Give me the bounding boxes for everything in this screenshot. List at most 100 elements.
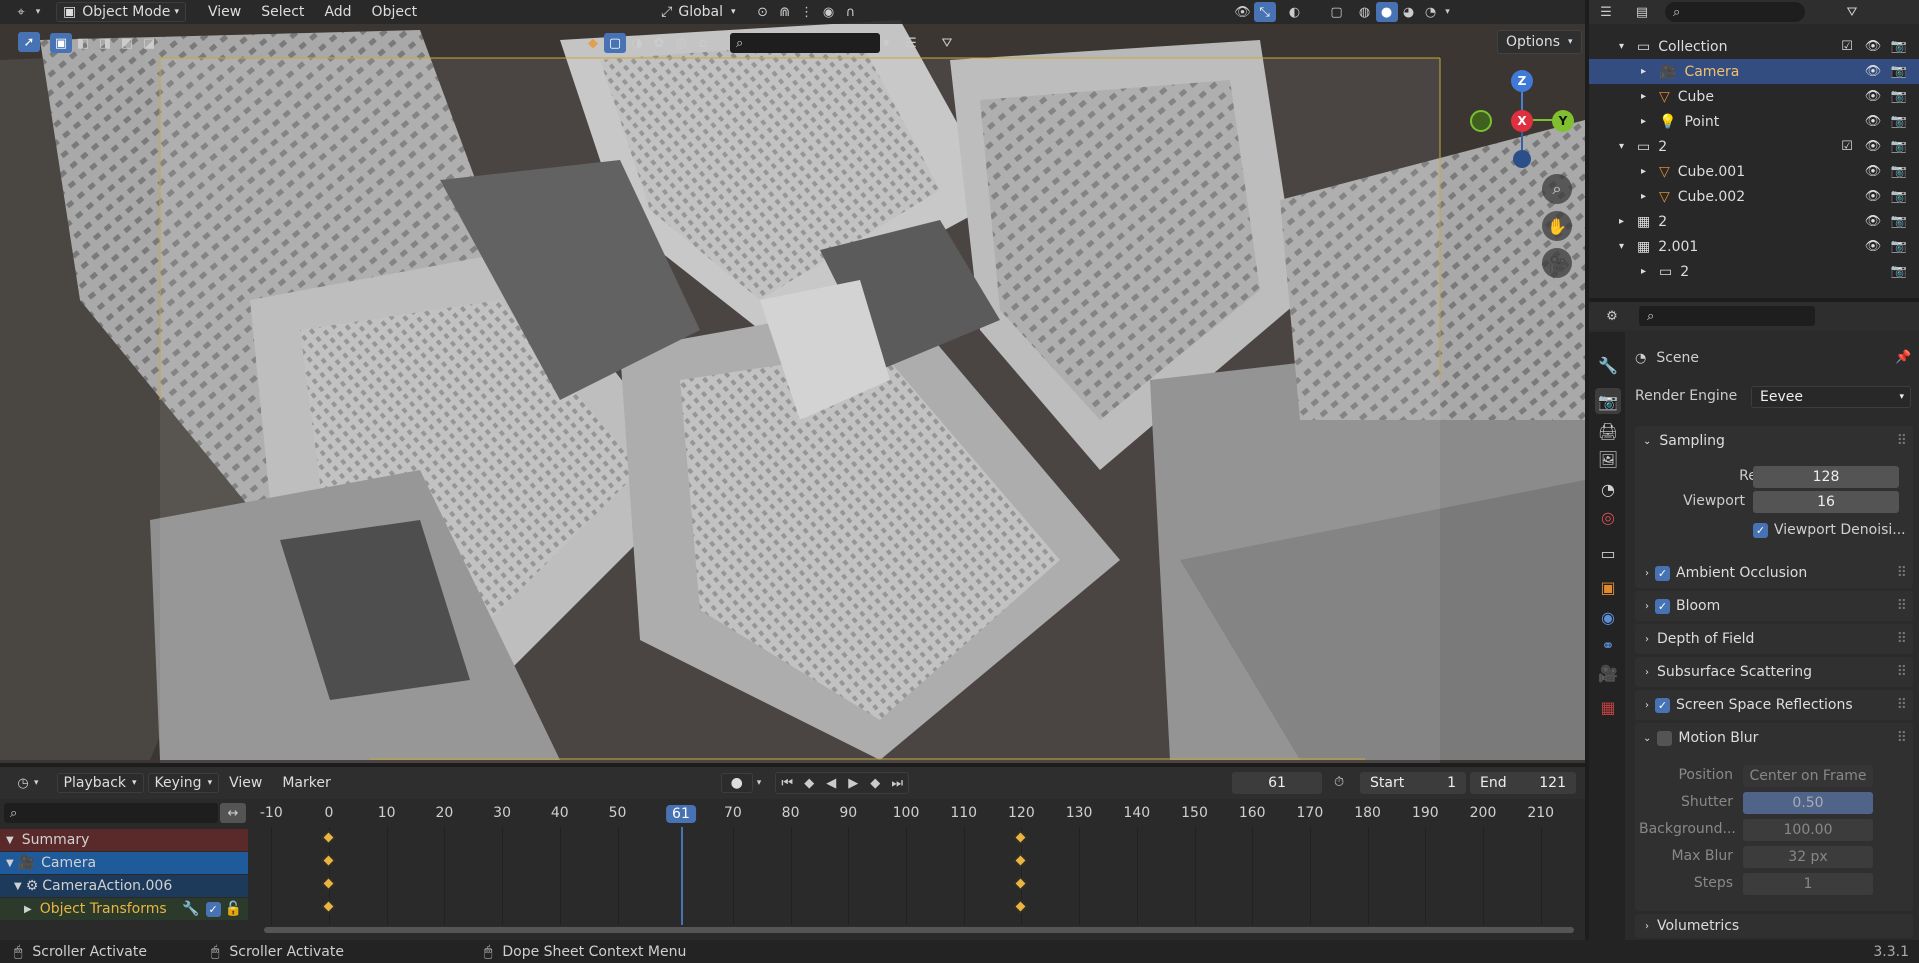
channel-summary[interactable]: ▼ Summary [0,829,248,851]
render-camera-icon[interactable]: 📷 [1889,62,1909,82]
select-subtract-icon[interactable]: ◨ [94,33,116,53]
gizmo-neg-z-axis[interactable] [1513,150,1531,168]
subsurface-scattering-panel[interactable]: › Subsurface Scattering ⠿ [1635,657,1913,687]
ambient-occlusion-checkbox[interactable]: ✓ [1655,565,1670,581]
select-intersect-icon[interactable]: ◪ [138,33,160,53]
outliner-search-input[interactable]: ⌕ [1665,2,1805,22]
render-camera-icon[interactable]: 📷 [1889,87,1909,107]
chevron-down-icon[interactable]: ▾ [875,33,897,53]
render-camera-icon[interactable]: 📷 [1889,137,1909,157]
shading-solid-icon[interactable]: ● [1375,2,1398,22]
channel-action[interactable]: ▼ ⚙ CameraAction.006 [0,875,248,897]
sort-icon[interactable]: ☰ [900,33,922,53]
render-camera-icon[interactable]: 📷 [1889,212,1909,232]
gizmo-neg-y-axis[interactable] [1470,110,1492,132]
collection-tab-icon[interactable]: ▭ [1595,540,1621,566]
outliner-row[interactable]: ▸ ▭ 2 📷 [1589,259,1919,284]
select-extend-icon[interactable]: ◧ [72,33,94,53]
chevron-down-icon[interactable]: ▾ [1442,2,1454,22]
visibility-eye-icon[interactable]: 👁 [1863,137,1883,157]
drag-handle-icon[interactable]: ⠿ [1897,697,1907,713]
collapse-arrow-icon[interactable]: ▸ [1641,191,1655,202]
keyframe[interactable] [1014,854,1028,867]
material-icon[interactable]: ◑ [626,33,648,53]
visibility-eye-icon[interactable]: 👁 [1863,62,1883,82]
drag-handle-icon[interactable]: ⠿ [1897,433,1907,449]
pin-icon[interactable]: 📌 [1895,350,1911,365]
outliner-row[interactable]: ▾ ▦ 2.001 👁 📷 [1589,234,1919,259]
display-mode-icon[interactable]: ▤ [1631,2,1653,22]
max-blur-field[interactable]: 32 px [1743,846,1873,868]
overlay-toggle-icon[interactable]: ◐ [1284,2,1306,22]
bloom-panel[interactable]: › ✓ Bloom ⠿ [1635,591,1913,621]
world-tab-icon[interactable]: ◎ [1595,504,1621,530]
properties-search-input[interactable]: ⌕ [1639,306,1815,326]
falloff-icon[interactable]: ∩ [840,2,862,22]
exclude-checkbox[interactable]: ☑ [1837,37,1857,57]
depth-of-field-panel[interactable]: › Depth of Field ⠿ [1635,624,1913,654]
position-dropdown[interactable]: Center on Frame [1743,765,1873,787]
texture-icon[interactable]: ✿ [648,33,670,53]
render-camera-icon[interactable]: 📷 [1889,112,1909,132]
pan-hand-icon[interactable]: ✋ [1542,211,1572,241]
visibility-eye-icon[interactable]: 👁 [1863,87,1883,107]
wrench-icon[interactable]: 🔧 [182,901,199,917]
visibility-eye-icon[interactable]: 👁 [1863,212,1883,232]
viewport-samples-field[interactable]: 16 [1753,491,1899,513]
output-tab-icon[interactable]: 🖨 [1595,418,1621,444]
outliner-row[interactable]: ▸ ▽ Cube.001 👁 📷 [1589,159,1919,184]
mode-selector[interactable]: ▣ Object Mode ▾ [56,2,186,22]
collapse-arrow-icon[interactable]: ▸ [1641,266,1655,277]
shading-rendered-icon[interactable]: ◔ [1420,2,1442,22]
shutter-field[interactable]: 0.50 [1743,792,1873,814]
scene-tab-icon[interactable]: ◔ [1595,476,1621,502]
image-icon[interactable]: ⌂ [692,33,714,53]
keyframe[interactable] [322,831,335,844]
screen-space-reflections-panel[interactable]: › ✓ Screen Space Reflections ⠿ [1635,690,1913,720]
visibility-icon[interactable]: 👁 [1232,2,1254,22]
expand-arrow-icon[interactable]: ▾ [1619,41,1633,52]
texture-tab-icon[interactable]: ▦ [1595,694,1621,720]
sampling-panel-header[interactable]: ⌄ Sampling ⠿ [1635,426,1913,456]
world-icon[interactable]: ◎ [670,33,692,53]
object-data-camera-tab-icon[interactable]: 🎥 [1595,660,1621,686]
zoom-icon[interactable]: ⌕ [1542,174,1572,204]
outliner-editor-icon[interactable]: ☰ [1595,2,1617,22]
channel-camera[interactable]: ▼ 🎥 Camera [0,852,248,874]
3d-viewport[interactable]: ⌖ ▾ ▣ Object Mode ▾ View Select Add Obje… [0,0,1585,763]
collapse-arrow-icon[interactable]: ▸ [1619,216,1633,227]
volumetrics-panel[interactable]: › Volumetrics [1635,914,1913,938]
ssr-checkbox[interactable]: ✓ [1655,697,1670,713]
render-tab-icon[interactable]: 📷 [1595,388,1621,414]
view-layer-tab-icon[interactable]: 🖼 [1595,446,1621,472]
viewport-search-input[interactable]: ⌕ [730,33,880,53]
gizmo-y-axis[interactable]: Y [1552,110,1574,132]
select-new-icon[interactable]: ▣ [50,33,72,53]
menu-object[interactable]: Object [362,4,428,20]
snap-icon[interactable]: ⋒ [774,2,796,22]
dopesheet-keyframe-area[interactable] [252,827,1574,925]
visibility-eye-icon[interactable]: 👁 [1863,112,1883,132]
collapse-arrow-icon[interactable]: ▸ [1641,116,1655,127]
keyframe[interactable] [1014,831,1028,844]
outliner-row[interactable]: ▸ ▦ 2 👁 📷 [1589,209,1919,234]
keyframe[interactable] [322,854,335,867]
keyframe[interactable] [322,900,335,913]
exclude-checkbox[interactable]: ☑ [1837,137,1857,157]
physics-tab-icon[interactable]: ◉ [1595,604,1621,630]
outliner-row[interactable]: ▸ 💡 Point 👁 📷 [1589,109,1919,134]
select-tool-icon[interactable]: ➚ [18,32,40,52]
ambient-occlusion-panel[interactable]: › ✓ Ambient Occlusion ⠿ [1635,558,1913,588]
render-camera-icon[interactable]: 📷 [1889,262,1909,282]
keyframe[interactable] [322,877,335,890]
background-separation-field[interactable]: 100.00 [1743,819,1873,841]
snap-target-icon[interactable]: ⋮ [796,2,818,22]
camera-view-icon[interactable]: 🎥 [1542,248,1572,278]
object-tab-icon[interactable]: ▣ [1595,574,1621,600]
visibility-eye-icon[interactable]: 👁 [1863,162,1883,182]
render-samples-field[interactable]: 128 [1753,466,1899,488]
outliner-row[interactable]: ▸ ▽ Cube 👁 📷 [1589,84,1919,109]
render-camera-icon[interactable]: 📷 [1889,162,1909,182]
visibility-eye-icon[interactable]: 👁 [1863,237,1883,257]
expand-arrow-icon[interactable]: ▾ [1619,141,1633,152]
